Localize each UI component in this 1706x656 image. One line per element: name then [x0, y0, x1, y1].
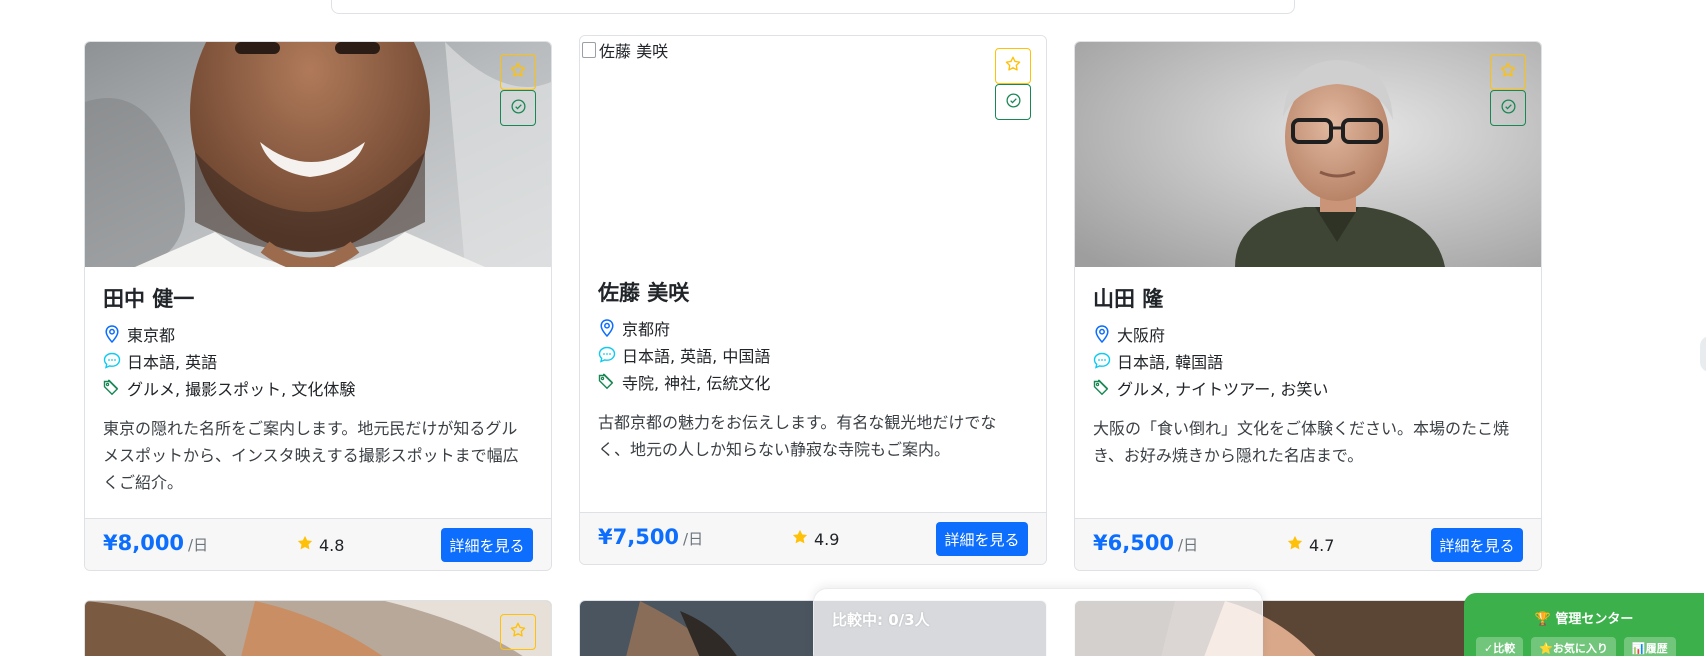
search-panel [331, 0, 1295, 14]
compare-button[interactable] [1490, 90, 1526, 126]
admin-tab-compare[interactable]: ✓比較 [1476, 637, 1524, 656]
location-pin-icon [1093, 324, 1111, 343]
languages-text: 日本語, 英語 [127, 352, 218, 372]
rating: 4.8 [296, 534, 344, 556]
favorite-button[interactable] [500, 54, 536, 90]
chat-bubble-icon [598, 346, 616, 364]
rating-value: 4.9 [814, 529, 840, 549]
star-outline-icon [1004, 55, 1022, 77]
tag-icon [1093, 379, 1111, 397]
compare-button[interactable] [500, 90, 536, 126]
tag-icon [103, 379, 121, 397]
location-text: 東京都 [127, 325, 176, 345]
guide-tags: グルメ, 撮影スポット, 文化体験 [103, 374, 533, 401]
guide-photo [1075, 42, 1541, 267]
star-filled-icon [791, 528, 809, 550]
image-alt-text: 佐藤 美咲 [599, 42, 669, 61]
card-body: 佐藤 美咲 京都府 日本語, 英語, 中国語 寺院, 神社, 伝統文化 古都京都… [598, 278, 1028, 463]
guide-tags: 寺院, 神社, 伝統文化 [598, 368, 1028, 395]
tag-icon [598, 373, 616, 391]
star-filled-icon [296, 534, 314, 556]
price-value: ¥6,500 [1093, 531, 1175, 555]
admin-tab-history[interactable]: 📊履歴 [1623, 637, 1676, 656]
admin-tab-favorites[interactable]: ⭐お気に入り [1531, 637, 1616, 656]
guide-card: 山田 隆 大阪府 日本語, 韓国語 グルメ, ナイトツアー, お笑い 大阪の「食… [1074, 41, 1542, 571]
location-pin-icon [598, 318, 616, 337]
check-circle-icon [510, 98, 527, 119]
view-details-button[interactable]: 詳細を見る [1431, 528, 1523, 562]
favorite-button[interactable] [1490, 54, 1526, 90]
price-unit: /日 [188, 536, 209, 554]
languages-text: 日本語, 英語, 中国語 [622, 346, 771, 366]
chat-bubble-icon [103, 352, 121, 370]
broken-image-alt: 佐藤 美咲 [582, 38, 668, 62]
guide-photo [85, 42, 551, 267]
card-footer: ¥8,000/日 4.8 詳細を見る [85, 518, 551, 570]
card-body: 田中 健一 東京都 日本語, 英語 グルメ, 撮影スポット, 文化体験 東京の隠… [103, 284, 533, 496]
admin-tabs: ✓比較 ⭐お気に入り 📊履歴 [1476, 637, 1676, 656]
guide-languages: 日本語, 韓国語 [1093, 347, 1523, 374]
rating-value: 4.7 [1309, 535, 1335, 555]
rating-value: 4.8 [319, 535, 345, 555]
check-circle-icon [1005, 92, 1022, 113]
price-unit: /日 [683, 530, 704, 548]
price-unit: /日 [1178, 536, 1199, 554]
guide-name: 田中 健一 [103, 287, 195, 311]
card-footer: ¥7,500/日 4.9 詳細を見る [580, 512, 1046, 564]
tags-text: グルメ, ナイトツアー, お笑い [1117, 379, 1329, 399]
price: ¥8,000/日 [103, 531, 208, 555]
guide-name: 山田 隆 [1093, 287, 1164, 311]
guide-card: 田中 健一 東京都 日本語, 英語 グルメ, 撮影スポット, 文化体験 東京の隠… [84, 41, 552, 571]
guide-photo [85, 601, 551, 656]
compare-button[interactable] [995, 84, 1031, 120]
guide-location: 大阪府 [1093, 320, 1523, 347]
rating: 4.7 [1286, 534, 1334, 556]
guide-description: 東京の隠れた名所をご案内します。地元民だけが知るグルメスポットから、インスタ映え… [103, 419, 519, 492]
guide-location: 東京都 [103, 320, 533, 347]
guide-description: 大阪の「食い倒れ」文化をご体験ください。本場のたこ焼き、お好み焼きから隠れた名店… [1093, 419, 1510, 465]
favorite-button[interactable] [500, 614, 536, 650]
location-pin-icon [103, 324, 121, 343]
price-value: ¥8,000 [103, 531, 185, 555]
chat-bubble-icon [1093, 352, 1111, 370]
price: ¥7,500/日 [598, 525, 703, 549]
guide-photo: 佐藤 美咲 [580, 36, 1046, 261]
location-text: 京都府 [622, 319, 671, 339]
guide-name: 佐藤 美咲 [598, 281, 690, 305]
star-filled-icon [1286, 534, 1304, 556]
card-footer: ¥6,500/日 4.7 詳細を見る [1075, 518, 1541, 570]
rating: 4.9 [791, 528, 839, 550]
price-value: ¥7,500 [598, 525, 680, 549]
guide-languages: 日本語, 英語, 中国語 [598, 341, 1028, 368]
star-outline-icon [509, 61, 527, 83]
compare-count: 比較中: 0/3人 [832, 611, 930, 629]
page: 田中 健一 東京都 日本語, 英語 グルメ, 撮影スポット, 文化体験 東京の隠… [0, 0, 1706, 656]
price: ¥6,500/日 [1093, 531, 1198, 555]
admin-center-panel: 🏆 管理センター ✓比較 ⭐お気に入り 📊履歴 [1464, 593, 1704, 656]
languages-text: 日本語, 韓国語 [1117, 352, 1224, 372]
guide-tags: グルメ, ナイトツアー, お笑い [1093, 374, 1523, 401]
view-details-button[interactable]: 詳細を見る [441, 528, 533, 562]
broken-image-icon [582, 42, 596, 58]
star-outline-icon [1499, 61, 1517, 83]
compare-bar: 比較中: 0/3人 [813, 588, 1263, 656]
tags-text: 寺院, 神社, 伝統文化 [622, 373, 771, 393]
star-outline-icon [509, 621, 527, 643]
check-circle-icon [1500, 98, 1517, 119]
side-drawer-handle[interactable] [1700, 336, 1706, 372]
guide-card-partial [84, 600, 552, 656]
guide-card: 佐藤 美咲 佐藤 美咲 京都府 日本語, 英語, 中国語 寺院, 神社, 伝統文… [579, 35, 1047, 565]
location-text: 大阪府 [1117, 325, 1166, 345]
tags-text: グルメ, 撮影スポット, 文化体験 [127, 379, 356, 399]
guide-languages: 日本語, 英語 [103, 347, 533, 374]
card-body: 山田 隆 大阪府 日本語, 韓国語 グルメ, ナイトツアー, お笑い 大阪の「食… [1093, 284, 1523, 469]
view-details-button[interactable]: 詳細を見る [936, 522, 1028, 556]
guide-location: 京都府 [598, 314, 1028, 341]
admin-center-title: 🏆 管理センター [1534, 612, 1634, 627]
guide-description: 古都京都の魅力をお伝えします。有名な観光地だけでなく、地元の人しか知らない静寂な… [598, 413, 997, 459]
favorite-button[interactable] [995, 48, 1031, 84]
